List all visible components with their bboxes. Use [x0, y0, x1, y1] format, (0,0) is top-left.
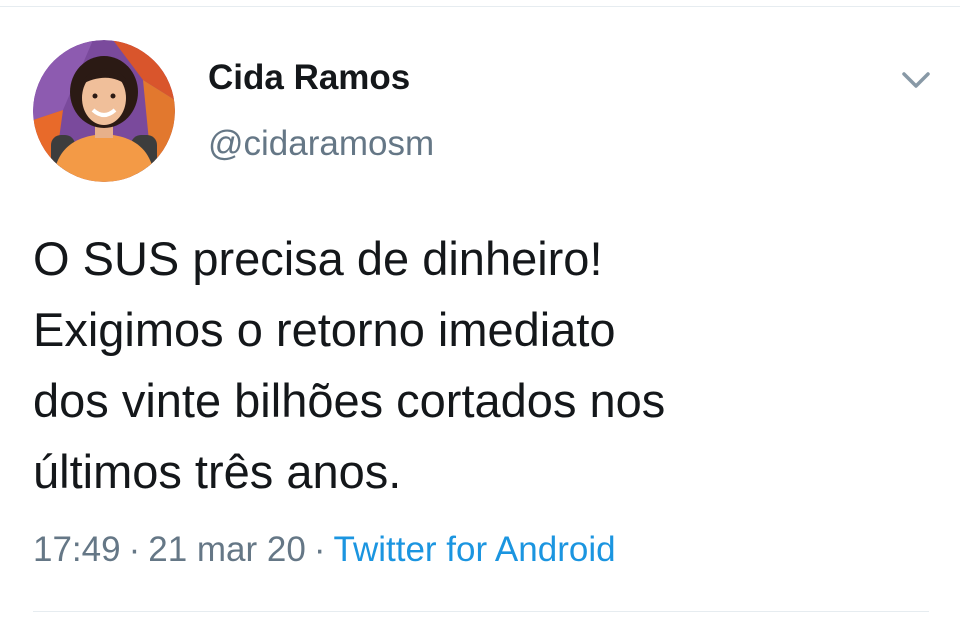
tweet: Cida Ramos @cidaramosm O SUS precisa de … [0, 0, 960, 617]
author-handle[interactable]: @cidaramosm [208, 124, 434, 164]
chevron-down-icon[interactable] [898, 62, 934, 98]
avatar[interactable] [33, 40, 175, 182]
tweet-time[interactable]: 17:49 [33, 530, 121, 569]
tweet-source-link[interactable]: Twitter for Android [334, 530, 616, 569]
tweet-text: O SUS precisa de dinheiro! Exigimos o re… [33, 232, 666, 498]
avatar-image [33, 40, 175, 182]
tweet-meta: 17:49 · 21 mar 20 · Twitter for Android [33, 530, 616, 570]
bottom-divider [33, 611, 929, 612]
author-name[interactable]: Cida Ramos [208, 58, 410, 98]
tweet-date[interactable]: 21 mar 20 [148, 530, 306, 569]
meta-separator: · [313, 530, 326, 569]
meta-separator: · [128, 530, 141, 569]
